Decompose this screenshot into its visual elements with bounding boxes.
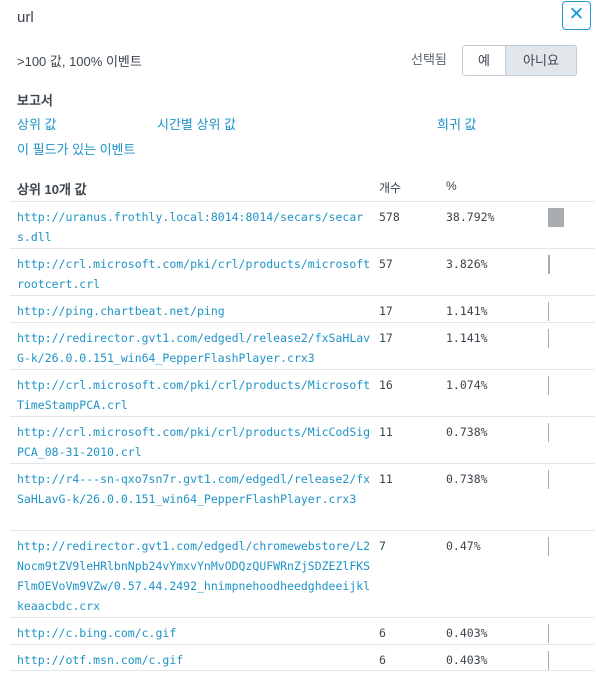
percent-column-header: % [446, 179, 457, 193]
table-row: http://c.bing.com/c.gif 6 0.403% [10, 617, 595, 644]
row-percent: 0.738% [446, 425, 488, 439]
row-url-link[interactable]: http://uranus.frothly.local:8014:8014/se… [17, 207, 372, 247]
table-bottom-divider [10, 670, 595, 671]
row-percent-bar [548, 329, 549, 348]
row-count: 57 [379, 257, 393, 271]
row-url-link[interactable]: http://crl.microsoft.com/pki/crl/product… [17, 375, 372, 415]
row-percent-bar [548, 376, 549, 395]
row-percent-bar [548, 651, 549, 670]
row-percent-bar [548, 537, 549, 556]
table-row: http://crl.microsoft.com/pki/crl/product… [10, 416, 595, 463]
close-button[interactable]: ✕ [562, 1, 591, 30]
row-count: 6 [379, 653, 386, 667]
row-percent-bar [548, 302, 549, 321]
row-percent: 1.141% [446, 331, 488, 345]
row-url-link[interactable]: http://ping.chartbeat.net/ping [17, 301, 372, 321]
row-percent-bar [548, 470, 549, 489]
selected-no-button[interactable]: 아니요 [506, 46, 576, 75]
row-percent: 1.141% [446, 304, 488, 318]
row-url-link[interactable]: http://c.bing.com/c.gif [17, 623, 372, 643]
row-count: 6 [379, 626, 386, 640]
row-url-link[interactable]: http://redirector.gvt1.com/edgedl/releas… [17, 328, 372, 368]
value-summary: >100 값, 100% 이벤트 [17, 54, 142, 69]
row-percent: 3.826% [446, 257, 488, 271]
table-row: http://crl.microsoft.com/pki/crl/product… [10, 369, 595, 416]
row-percent-bar [548, 423, 549, 442]
close-icon: ✕ [568, 4, 585, 25]
table-row: http://redirector.gvt1.com/edgedl/releas… [10, 322, 595, 369]
row-percent: 0.738% [446, 472, 488, 486]
row-count: 16 [379, 378, 393, 392]
selected-label: 선택됨 [411, 52, 447, 67]
events-with-field-link[interactable]: 이 필드가 있는 이벤트 [17, 139, 135, 158]
selected-toggle: 예 아니요 [462, 45, 577, 76]
row-percent: 38.792% [446, 210, 495, 224]
count-column-header: 개수 [379, 181, 402, 195]
table-row: http://crl.microsoft.com/pki/crl/product… [10, 248, 595, 295]
top-values-link[interactable]: 상위 값 [17, 114, 57, 133]
rare-values-link[interactable]: 희귀 값 [437, 114, 477, 133]
row-count: 11 [379, 425, 393, 439]
table-row: http://uranus.frothly.local:8014:8014/se… [10, 201, 595, 248]
reports-heading: 보고서 [17, 93, 53, 108]
row-url-link[interactable]: http://r4---sn-qxo7sn7r.gvt1.com/edgedl/… [17, 469, 372, 509]
row-percent-bar [548, 208, 564, 227]
row-percent: 0.47% [446, 539, 481, 553]
table-row: http://otf.msn.com/c.gif 6 0.403% [10, 644, 595, 671]
row-count: 17 [379, 304, 393, 318]
row-percent: 0.403% [446, 653, 488, 667]
row-url-link[interactable]: http://redirector.gvt1.com/edgedl/chrome… [17, 536, 372, 616]
row-percent: 0.403% [446, 626, 488, 640]
row-url-link[interactable]: http://crl.microsoft.com/pki/crl/product… [17, 254, 372, 294]
row-count: 11 [379, 472, 393, 486]
row-count: 578 [379, 210, 400, 224]
value-column-header: 상위 10개 값 [17, 182, 87, 197]
panel-title: url [17, 9, 34, 26]
row-percent-bar [548, 624, 549, 643]
row-percent: 1.074% [446, 378, 488, 392]
table-row: http://ping.chartbeat.net/ping 17 1.141% [10, 295, 595, 322]
row-url-link[interactable]: http://otf.msn.com/c.gif [17, 650, 372, 670]
row-count: 17 [379, 331, 393, 345]
row-percent-bar [548, 255, 550, 274]
row-url-link[interactable]: http://crl.microsoft.com/pki/crl/product… [17, 422, 372, 462]
selected-yes-button[interactable]: 예 [463, 46, 506, 75]
top-values-by-time-link[interactable]: 시간별 상위 값 [157, 114, 236, 133]
table-row: http://redirector.gvt1.com/edgedl/chrome… [10, 530, 595, 617]
table-row: http://r4---sn-qxo7sn7r.gvt1.com/edgedl/… [10, 463, 595, 530]
row-count: 7 [379, 539, 386, 553]
